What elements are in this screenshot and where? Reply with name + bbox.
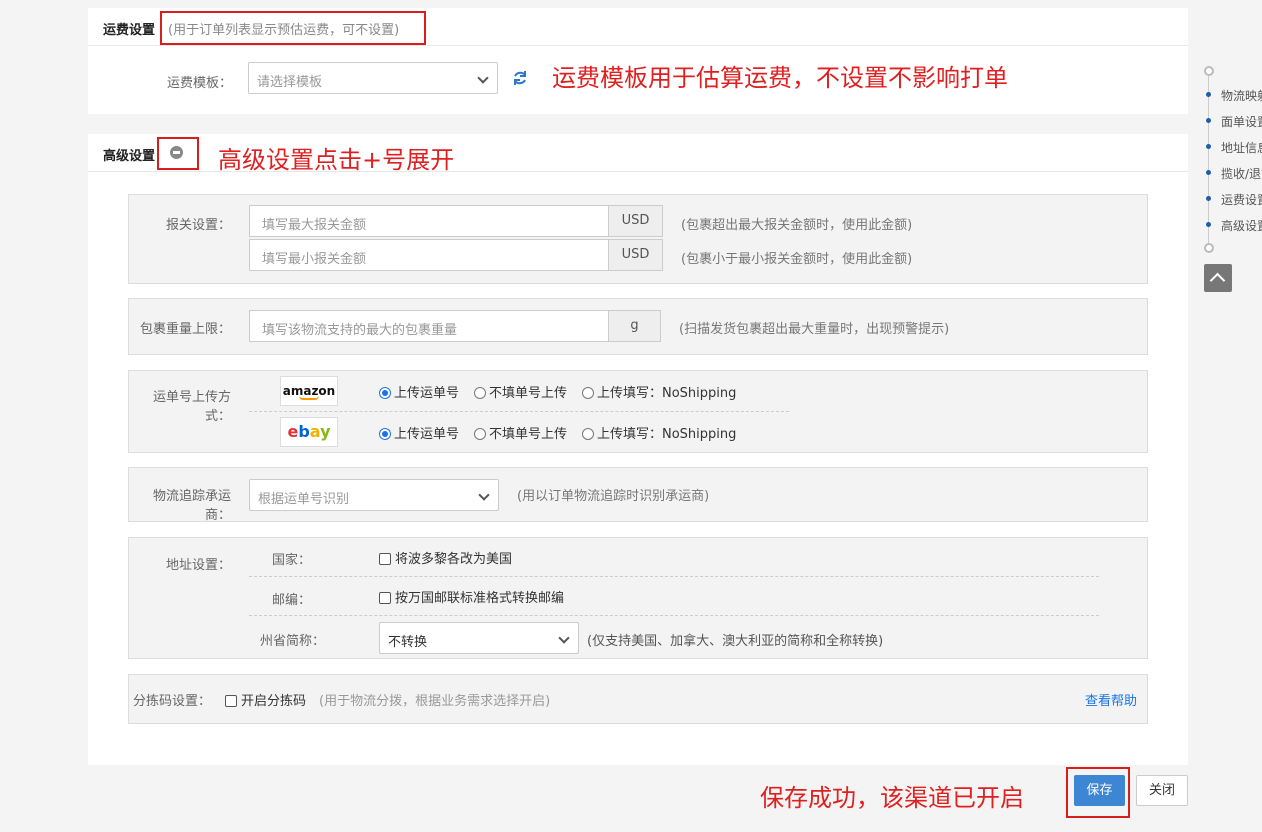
radio-icon (582, 387, 594, 399)
side-nav-dot (1206, 170, 1211, 175)
sort-code-label: 分拣码设置： (133, 694, 212, 709)
side-nav-item-freight[interactable]: 运费设置 (1221, 191, 1262, 208)
weight-input[interactable]: 填写该物流支持的最大的包裹重量 (249, 310, 609, 342)
side-nav-item-pickup[interactable]: 揽收/退货 (1221, 165, 1262, 182)
side-nav-dot (1206, 92, 1211, 97)
radio-icon (474, 428, 486, 440)
carrier-group: 物流追踪承运商： 根据运单号识别 (用以订单物流追踪时识别承运商) (128, 467, 1148, 523)
tracking-upload-group: 运单号上传方式： amazon 上传运单号 不填单号上传 上传填写：NoShip… (128, 370, 1148, 453)
customs-label: 报关设置： (165, 218, 231, 233)
chevron-up-icon (1209, 272, 1226, 289)
zip-label: 邮编： (271, 593, 311, 608)
save-annotation: 保存成功，该渠道已开启 (760, 784, 1024, 812)
customs-max-currency: USD (608, 205, 663, 237)
sort-code-hint: (用于物流分拨，根据业务需求选择开启) (319, 694, 551, 709)
side-nav-item-advanced[interactable]: 高级设置 (1221, 217, 1262, 234)
state-select-value: 不转换 (388, 635, 428, 650)
ebay-logo: ebay (280, 417, 338, 447)
help-link[interactable]: 查看帮助 (1085, 690, 1137, 709)
ebay-option-no-number[interactable]: 不填单号上传 (474, 423, 567, 442)
divider (249, 576, 1099, 577)
customs-min-hint: (包裹小于最小报关金额时，使用此金额) (681, 252, 913, 267)
scroll-top-button[interactable] (1204, 264, 1232, 292)
zip-option[interactable]: 按万国邮联标准格式转换邮编 (379, 587, 564, 606)
checkbox-icon (225, 695, 237, 707)
radio-selected-icon (379, 428, 391, 440)
chevron-down-icon (478, 489, 490, 501)
state-select[interactable]: 不转换 (379, 622, 579, 654)
chevron-down-icon (558, 632, 570, 644)
country-label: 国家： (271, 553, 311, 568)
address-group: 地址设置： 国家： 将波多黎各改为美国 邮编： 按万国邮联标准格式转换邮编 州省… (128, 537, 1148, 659)
country-option[interactable]: 将波多黎各改为美国 (379, 548, 512, 567)
radio-icon (474, 387, 486, 399)
side-nav-item-mapping[interactable]: 物流映射 (1221, 87, 1262, 104)
advanced-panel-title: 高级设置 (103, 149, 156, 164)
amazon-option-no-number[interactable]: 不填单号上传 (474, 382, 567, 401)
customs-min-currency: USD (608, 239, 663, 271)
side-nav-line (1208, 76, 1209, 246)
freight-hint-highlight (160, 11, 426, 45)
freight-template-label: 运费模板： (166, 76, 232, 91)
ebay-option-noshipping[interactable]: 上传填写：NoShipping (582, 423, 736, 442)
state-hint: (仅支持美国、加拿大、澳大利亚的简称和全称转换) (587, 634, 884, 649)
sort-code-group: 分拣码设置： 开启分拣码 (用于物流分拨，根据业务需求选择开启) 查看帮助 (128, 674, 1148, 724)
radio-icon (582, 428, 594, 440)
freight-annotation: 运费模板用于估算运费，不设置不影响打单 (552, 64, 1008, 92)
amazon-option-upload[interactable]: 上传运单号 (379, 382, 459, 401)
checkbox-icon (379, 553, 391, 565)
side-nav-dot (1206, 196, 1211, 201)
customs-group: 报关设置： 填写最大报关金额 USD (包裹超出最大报关金额时，使用此金额) 填… (128, 194, 1148, 284)
side-nav-dot (1206, 118, 1211, 123)
side-nav-dot (1206, 144, 1211, 149)
advanced-annotation: 高级设置点击+号展开 (218, 146, 455, 174)
customs-max-hint: (包裹超出最大报关金额时，使用此金额) (681, 218, 913, 233)
weight-group: 包裹重量上限： 填写该物流支持的最大的包裹重量 g (扫描发货包裹超出最大重量时… (128, 298, 1148, 355)
collapse-icon-highlight (157, 137, 199, 170)
amazon-logo: amazon (280, 376, 338, 406)
chevron-down-icon (477, 72, 489, 84)
divider (249, 615, 1099, 616)
customs-min-input[interactable]: 填写最小报关金额 (249, 239, 609, 271)
tracking-upload-label: 运单号上传方式： (152, 390, 231, 424)
carrier-select[interactable]: 根据运单号识别 (249, 479, 499, 511)
weight-hint: (扫描发货包裹超出最大重量时，出现预警提示) (679, 322, 950, 337)
side-nav-item-address[interactable]: 地址信息 (1221, 139, 1262, 156)
freight-panel-title: 运费设置 (103, 23, 156, 38)
radio-selected-icon (379, 387, 391, 399)
address-label: 地址设置： (165, 558, 231, 573)
side-nav-top-ring (1204, 66, 1214, 76)
ebay-option-upload[interactable]: 上传运单号 (379, 423, 459, 442)
weight-label: 包裹重量上限： (139, 322, 231, 337)
checkbox-icon (379, 592, 391, 604)
carrier-select-value: 根据运单号识别 (258, 492, 350, 507)
freight-template-select[interactable]: 请选择模板 (248, 62, 498, 94)
amazon-option-noshipping[interactable]: 上传填写：NoShipping (582, 382, 736, 401)
freight-template-placeholder: 请选择模板 (257, 75, 323, 90)
carrier-label: 物流追踪承运商： (152, 489, 231, 523)
refresh-icon[interactable] (512, 70, 528, 86)
close-button[interactable]: 关闭 (1136, 775, 1188, 806)
side-nav-bottom-ring (1204, 243, 1214, 253)
save-button[interactable]: 保存 (1074, 775, 1125, 806)
side-nav-item-label[interactable]: 面单设置 (1221, 113, 1262, 130)
divider (249, 411, 789, 412)
carrier-hint: (用以订单物流追踪时识别承运商) (517, 489, 710, 504)
sort-code-option[interactable]: 开启分拣码 (225, 690, 306, 709)
state-label: 州省简称： (259, 634, 325, 649)
side-nav-dot (1206, 222, 1211, 227)
weight-unit: g (608, 310, 661, 342)
customs-max-input[interactable]: 填写最大报关金额 (249, 205, 609, 237)
